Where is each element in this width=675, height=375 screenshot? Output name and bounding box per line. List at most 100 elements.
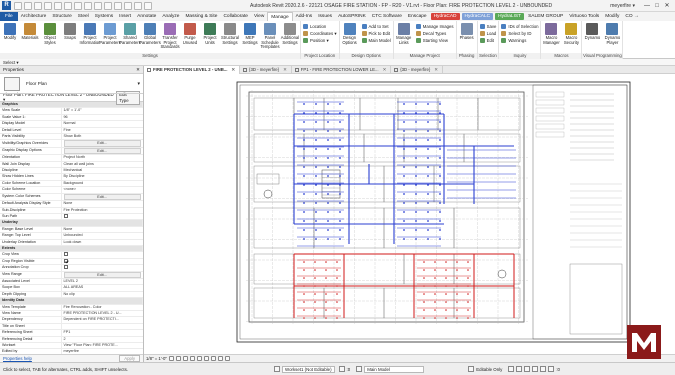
decal-types-button[interactable]: Decal Types [415,30,454,37]
tab-structure[interactable]: Structure [49,12,74,21]
filter-icon[interactable] [548,366,555,372]
editable-only-label[interactable]: Editable Only [476,367,502,372]
undo-icon[interactable] [44,1,52,10]
ids-of-selection-button[interactable]: IDs of Selection [501,23,538,30]
save-icon[interactable] [24,1,32,10]
tab-manage[interactable]: Manage [267,12,293,21]
redo-icon[interactable] [54,1,62,10]
warnings-button[interactable]: Warnings [501,37,538,44]
tab-co[interactable]: CO → [622,12,641,21]
close-tab-icon[interactable]: ✕ [283,66,287,74]
editable-only-icon[interactable] [468,366,475,372]
detail-level-icon[interactable] [168,356,174,361]
panel-schedule-templates-button[interactable]: Panel Schedule Templates [260,23,280,50]
structural-settings-button[interactable]: Structural Settings [220,23,240,45]
tab-view[interactable]: View [251,12,267,21]
tab-hydralist[interactable]: HydraLIST [495,13,525,20]
close-tab-icon[interactable]: ✕ [231,66,235,74]
revit-logo-icon[interactable]: R [2,1,11,10]
chevron-down-icon[interactable]: ▾ [137,81,140,87]
tab-hydracad[interactable]: HydraCAD [430,13,460,20]
tab-hydracalc[interactable]: HydraCALC [461,13,494,20]
checkbox[interactable] [63,252,68,257]
snaps-button[interactable]: Snaps [60,23,80,41]
floor-plan-drawing[interactable] [144,74,675,354]
sun-path-icon[interactable] [182,356,188,361]
user-account-menu[interactable]: meyerfire ▾ [610,0,635,12]
sync-icon[interactable] [34,1,42,10]
project-parameters-button[interactable]: Project Parameters [99,23,121,45]
location-button[interactable]: Location [303,23,337,30]
save-button[interactable]: Save [479,23,496,30]
mep-settings-button[interactable]: MEP Settings [240,23,260,45]
shared-parameters-button[interactable]: Shared Parameters [119,23,141,45]
macro-manager-button[interactable]: Macro Manager [541,23,561,45]
tag-icon[interactable] [84,1,92,10]
object-styles-button[interactable]: Object Styles [40,23,60,45]
properties-help-link[interactable]: Properties help [3,356,32,361]
design-option-icon[interactable] [356,366,363,372]
design-options-button[interactable]: Design Options [340,23,360,45]
global-parameters-button[interactable]: Global Parameters [139,23,161,45]
tab-salem-group[interactable]: SALEM GROUP [525,12,566,21]
checkbox[interactable] [63,213,68,218]
edit-button[interactable]: Edit... [63,147,141,154]
print-icon[interactable] [64,1,72,10]
tab-virtuoso-tools[interactable]: Virtuoso Tools [566,12,602,21]
apply-button[interactable]: Apply [119,355,140,362]
property-value[interactable]: Edit... [61,193,143,202]
close-icon[interactable]: ✕ [136,66,140,74]
drag-on-selection-icon[interactable] [540,366,547,372]
select-links-icon[interactable] [508,366,515,372]
view-scale[interactable]: 1/8" = 1'-0" [146,356,167,361]
tab-ctc-software[interactable]: CTC Software [369,12,405,21]
select-dropdown[interactable]: Select ▾ [0,59,675,66]
macro-security-button[interactable]: Macro Security [561,23,581,45]
crop-region-icon[interactable] [203,356,209,361]
edit-button[interactable]: Edit [479,37,497,44]
tab-autosprink[interactable]: AutoSPRINK [335,12,369,21]
active-workset[interactable]: Workset1 (Not Editable) [282,365,335,373]
tab-modify[interactable]: Modify [602,12,622,21]
checkbox[interactable] [63,265,68,270]
tab-analyze[interactable]: Analyze [159,12,182,21]
3d-view-icon[interactable] [104,1,112,10]
shadows-icon[interactable] [189,356,195,361]
tab-enscape[interactable]: Enscape [405,12,430,21]
starting-view-button[interactable]: Starting View [415,37,454,44]
close-tab-icon[interactable]: ✕ [434,66,438,74]
additional-settings-button[interactable]: Additional Settings [280,23,300,45]
tab-file[interactable]: File [0,12,18,21]
drawing-canvas[interactable] [144,74,675,354]
tab-insert[interactable]: Insert [116,12,134,21]
temporary-hide-icon[interactable] [210,356,216,361]
close-icon[interactable]: ✕ [663,2,671,10]
phases-button[interactable]: Phases [457,23,477,41]
view-tab[interactable]: FP1 - FIRE PROTECTION LOWER LE... ✕ [292,66,392,74]
close-tab-icon[interactable]: ✕ [383,66,387,74]
project-units-button[interactable]: Project Units [200,23,220,45]
tab-architecture[interactable]: Architecture [18,12,50,21]
view-tab[interactable]: {3D - meyerfire} ✕ [240,66,292,74]
measure-icon[interactable] [74,1,82,10]
crop-view-icon[interactable] [196,356,202,361]
coordinates-button[interactable]: Coordinates ▾ [303,30,337,37]
transfer-project-standards-button[interactable]: Transfer Project Standards [160,23,180,50]
tab-annotate[interactable]: Annotate [134,12,159,21]
project-information-button[interactable]: Project Information [80,23,100,45]
modify-button[interactable]: Modify [0,23,20,41]
select-by-face-icon[interactable] [532,366,539,372]
load-button[interactable]: Load [479,30,497,37]
section-icon[interactable] [114,1,122,10]
property-value[interactable]: Edit... [61,139,143,148]
visual-style-icon[interactable] [175,356,181,361]
minimize-icon[interactable]: — [643,2,651,10]
tab-steel[interactable]: Steel [75,12,92,21]
open-icon[interactable] [14,1,22,10]
close-hidden-icon[interactable] [134,1,142,10]
select-pinned-icon[interactable] [524,366,531,372]
dynamo-player-button[interactable]: Dynamo Player [602,23,622,45]
main-model-button[interactable]: Main Model [361,37,391,44]
select-by-id-button[interactable]: Select by ID [501,30,538,37]
maximize-icon[interactable]: □ [653,2,661,10]
